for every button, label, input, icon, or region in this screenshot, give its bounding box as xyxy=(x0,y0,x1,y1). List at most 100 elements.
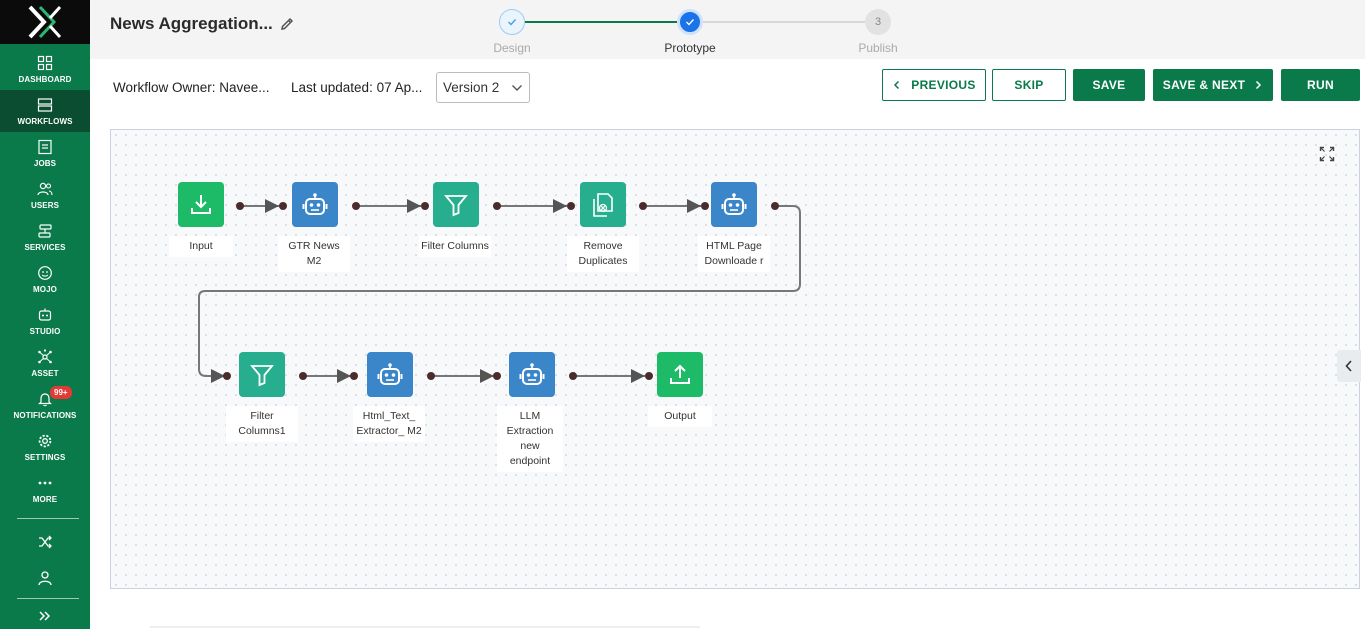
sidebar-item-studio[interactable]: STUDIO xyxy=(0,300,90,342)
pencil-icon[interactable] xyxy=(279,16,295,32)
version-value: Version 2 xyxy=(443,80,500,95)
workflow-owner: Workflow Owner: Navee... xyxy=(113,80,270,95)
step-label-design: Design xyxy=(493,41,531,55)
bottom-divider xyxy=(150,626,700,628)
sidebar-item-label: SERVICES xyxy=(24,242,66,252)
shuffle-icon xyxy=(39,535,52,549)
expand-sidebar-button[interactable] xyxy=(0,604,90,628)
page-header: News Aggregation... Design Prototype 3 P… xyxy=(90,0,1365,59)
profile-button[interactable] xyxy=(0,566,90,590)
sidebar-item-label: STUDIO xyxy=(29,326,61,336)
step-design[interactable] xyxy=(499,9,525,35)
jobs-icon xyxy=(38,139,52,154)
filter-icon xyxy=(444,194,468,216)
step-connector xyxy=(525,21,677,23)
node-filter-columns1[interactable] xyxy=(239,352,285,397)
workflow-canvas[interactable]: Input GTR News M2 Filter Columns Remove … xyxy=(110,129,1361,589)
dashboard-icon xyxy=(37,55,53,70)
notification-badge: 99+ xyxy=(50,386,72,399)
node-label: GTR News M2 xyxy=(278,236,350,272)
robot-icon xyxy=(721,192,747,215)
stepper: Design Prototype 3 Publish xyxy=(490,8,920,58)
node-label: Input xyxy=(169,236,233,257)
node-label: Filter Columns xyxy=(419,236,491,257)
node-label: LLM Extraction new endpoint xyxy=(497,406,563,472)
step-label-publish: Publish xyxy=(858,41,898,55)
sidebar-item-mojo[interactable]: MOJO xyxy=(0,258,90,300)
save-button[interactable]: SAVE xyxy=(1073,69,1145,101)
previous-button[interactable]: PREVIOUS xyxy=(882,69,986,101)
node-label: Filter Columns1 xyxy=(226,406,298,442)
node-label: Html_Text_ Extractor_ M2 xyxy=(353,406,425,442)
save-label: SAVE xyxy=(1092,78,1126,92)
step-prototype[interactable] xyxy=(677,9,703,35)
sidebar-item-label: WORKFLOWS xyxy=(17,116,73,126)
upload-icon xyxy=(670,364,690,384)
check-icon xyxy=(686,19,695,26)
double-chevron-right-icon xyxy=(39,611,51,621)
studio-icon xyxy=(38,308,52,321)
node-output[interactable] xyxy=(657,352,703,397)
last-updated: Last updated: 07 Ap... xyxy=(291,80,423,95)
step-publish[interactable]: 3 xyxy=(865,9,891,35)
chevron-down-icon xyxy=(512,85,522,91)
check-icon xyxy=(508,19,517,26)
robot-icon xyxy=(377,362,403,385)
sidebar-divider xyxy=(17,518,79,519)
sidebar-item-more[interactable]: MORE xyxy=(0,468,90,510)
version-select[interactable]: Version 2 xyxy=(436,72,530,103)
node-html-page-downloader[interactable] xyxy=(711,182,757,227)
services-icon xyxy=(38,223,52,238)
node-input[interactable] xyxy=(178,182,224,227)
node-gtr-news[interactable] xyxy=(292,182,338,227)
sidebar-item-services[interactable]: SERVICES xyxy=(0,216,90,258)
workflow-title: News Aggregation... xyxy=(110,14,273,33)
sidebar-item-label: NOTIFICATIONS xyxy=(13,410,77,420)
node-remove-duplicates[interactable] xyxy=(580,182,626,227)
mojo-icon xyxy=(38,265,52,280)
workflow-toolbar: Workflow Owner: Navee... Last updated: 0… xyxy=(90,59,1365,127)
node-label: Output xyxy=(648,406,712,427)
run-button[interactable]: RUN xyxy=(1281,69,1360,101)
app-logo[interactable] xyxy=(0,0,90,44)
sidebar-item-notifications[interactable]: 99+ NOTIFICATIONS xyxy=(0,384,90,426)
skip-label: SKIP xyxy=(1014,78,1044,92)
download-icon xyxy=(191,194,211,214)
user-icon xyxy=(38,571,52,586)
robot-icon xyxy=(519,362,545,385)
remove-duplicates-icon xyxy=(593,192,613,217)
sidebar-item-dashboard[interactable]: DASHBOARD xyxy=(0,48,90,90)
run-label: RUN xyxy=(1307,78,1334,92)
sidebar-item-settings[interactable]: SETTINGS xyxy=(0,426,90,468)
node-label: Remove Duplicates xyxy=(567,236,639,272)
logo-icon xyxy=(28,5,62,39)
robot-icon xyxy=(302,192,328,215)
sidebar-item-label: USERS xyxy=(30,200,60,210)
node-filter-columns[interactable] xyxy=(433,182,479,227)
sidebar-item-workflows[interactable]: WORKFLOWS xyxy=(0,90,90,132)
node-html-text-extractor[interactable] xyxy=(367,352,413,397)
step-connector xyxy=(703,21,868,23)
chevron-right-icon xyxy=(1256,80,1262,90)
sidebar-item-asset[interactable]: ASSET xyxy=(0,342,90,384)
sidebar-item-label: ASSET xyxy=(31,368,59,378)
save-next-button[interactable]: SAVE & NEXT xyxy=(1153,69,1273,101)
switch-button[interactable] xyxy=(0,530,90,554)
more-icon xyxy=(38,481,52,484)
workflows-icon xyxy=(37,97,53,112)
step-label-prototype: Prototype xyxy=(664,41,716,55)
sidebar-item-label: DASHBOARD xyxy=(18,74,72,84)
sidebar-item-label: JOBS xyxy=(33,158,57,168)
users-icon xyxy=(37,182,53,195)
node-label: HTML Page Downloade r xyxy=(698,236,770,272)
asset-icon xyxy=(38,348,52,363)
sidebar-item-users[interactable]: USERS xyxy=(0,174,90,216)
chevron-left-icon xyxy=(894,80,900,90)
save-next-label: SAVE & NEXT xyxy=(1162,78,1246,92)
sidebar: DASHBOARD WORKFLOWS JOBS USERS SERVICES … xyxy=(0,0,90,629)
skip-button[interactable]: SKIP xyxy=(992,69,1066,101)
sidebar-item-jobs[interactable]: JOBS xyxy=(0,132,90,174)
gear-icon xyxy=(38,434,52,447)
sidebar-divider xyxy=(17,598,79,599)
node-llm-extraction[interactable] xyxy=(509,352,555,397)
